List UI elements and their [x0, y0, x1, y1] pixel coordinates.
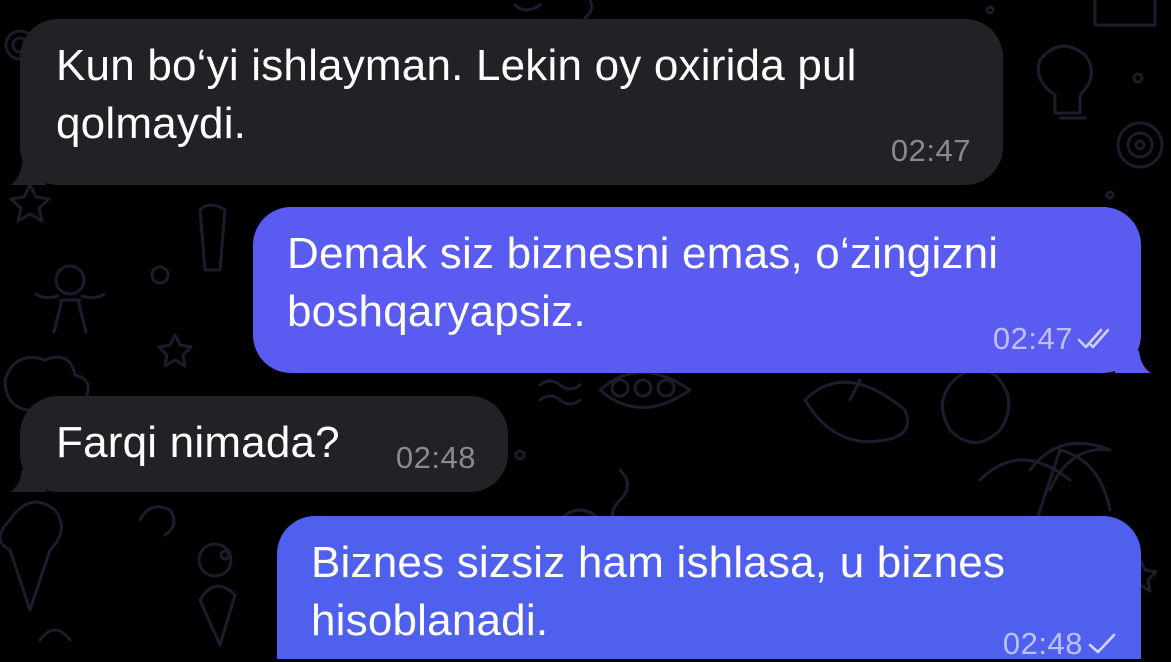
message-bubble-incoming[interactable]: Kun bo‘yi ishlayman. Lekin oy oxirida pu… — [10, 19, 1003, 185]
message-bubble-outgoing[interactable]: Biznes sizsiz ham ishlasa, u biznes hiso… — [277, 516, 1141, 662]
message-bubble-outgoing[interactable]: Demak siz biznesni emas, o‘zingizni bosh… — [253, 207, 1151, 373]
message-text: Demak siz biznesni emas, o‘zingizni bosh… — [287, 229, 999, 336]
bubble-tail — [10, 460, 46, 492]
message-time: 02:48 — [1003, 626, 1117, 662]
message-time: 02:47 — [993, 321, 1117, 357]
message-time: 02:48 — [396, 440, 476, 476]
single-check-icon — [1088, 633, 1116, 654]
message-text: Kun bo‘yi ishlayman. Lekin oy oxirida pu… — [56, 41, 857, 148]
message-time-label: 02:47 — [890, 133, 971, 168]
message-text: Biznes sizsiz ham ishlasa, u biznes hiso… — [311, 538, 1006, 645]
bubble-tail — [1115, 341, 1151, 373]
message-time: 02:47 — [891, 133, 971, 169]
message-time-label: 02:48 — [395, 440, 476, 475]
message-bubble-incoming[interactable]: Farqi nimada? 02:48 — [10, 396, 508, 492]
message-time-label: 02:47 — [992, 321, 1073, 356]
double-check-icon — [1077, 328, 1110, 349]
message-time-label: 02:48 — [1002, 626, 1083, 661]
bubble-tail — [10, 153, 46, 185]
